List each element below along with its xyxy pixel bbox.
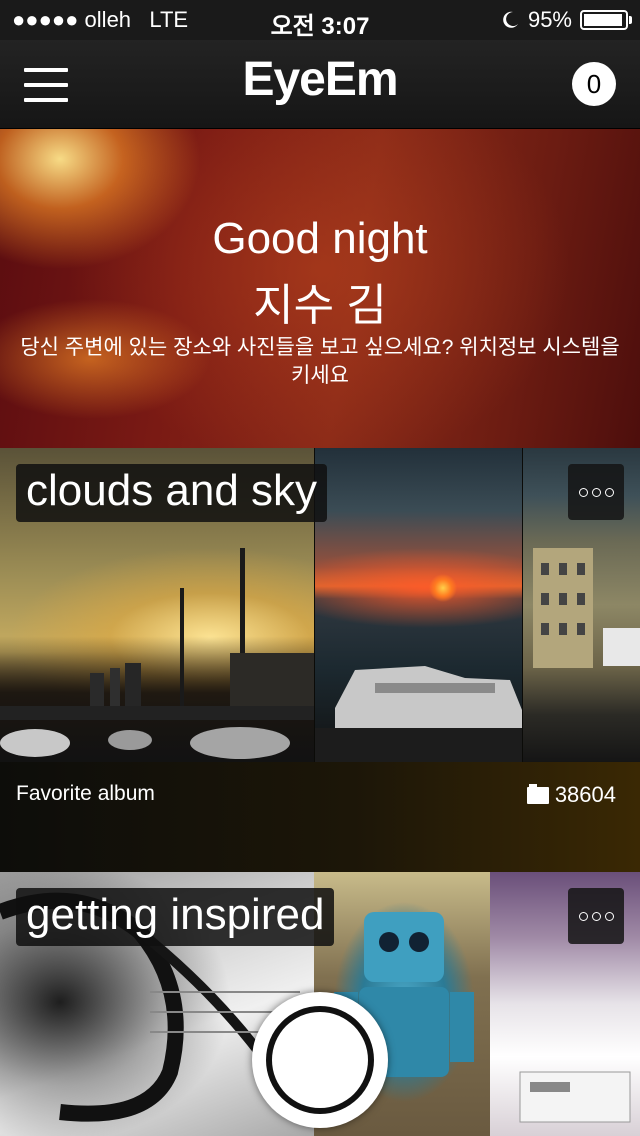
photo-count: 38604 (526, 782, 616, 808)
photo-count-icon (526, 783, 549, 804)
photo-count-value: 38604 (554, 782, 616, 807)
album-subtitle: Favorite album (16, 782, 155, 805)
status-right: 95% (500, 7, 632, 33)
greeting-title: Good night (212, 214, 428, 263)
more-options-icon[interactable] (568, 464, 624, 520)
album-photo[interactable] (315, 448, 522, 762)
greeting-banner[interactable]: Good night 지수 김 당신 주변에 있는 장소와 사진들을 보고 싶으… (0, 129, 640, 448)
album-info-bar[interactable]: Favorite album 38604 (0, 762, 640, 872)
nav-bar: EyeEm 0 (0, 40, 640, 129)
shutter-inner (272, 1012, 368, 1108)
battery-level (584, 14, 622, 26)
album-card[interactable]: clouds and sky Favorite album 38604 (0, 448, 640, 872)
location-prompt: 당신 주변에 있는 장소와 사진들을 보고 싶으세요? 위치정보 시스템을 키세… (20, 336, 620, 387)
status-bar: ●●●●● olleh LTE 오전 3:07 95% (0, 0, 640, 40)
app-title: EyeEm (242, 53, 398, 106)
album-title[interactable]: clouds and sky (16, 464, 328, 522)
moon-icon (503, 11, 518, 28)
battery-icon (580, 10, 632, 30)
greeting-user-name: 지수 김 (253, 281, 387, 330)
album-title[interactable]: getting inspired (16, 888, 335, 946)
notification-badge[interactable]: 0 (572, 62, 616, 106)
more-options-icon[interactable] (568, 888, 624, 944)
battery-percent: 95% (527, 7, 572, 32)
camera-shutter-button[interactable] (252, 992, 388, 1128)
sunset-ship-image (315, 666, 522, 762)
